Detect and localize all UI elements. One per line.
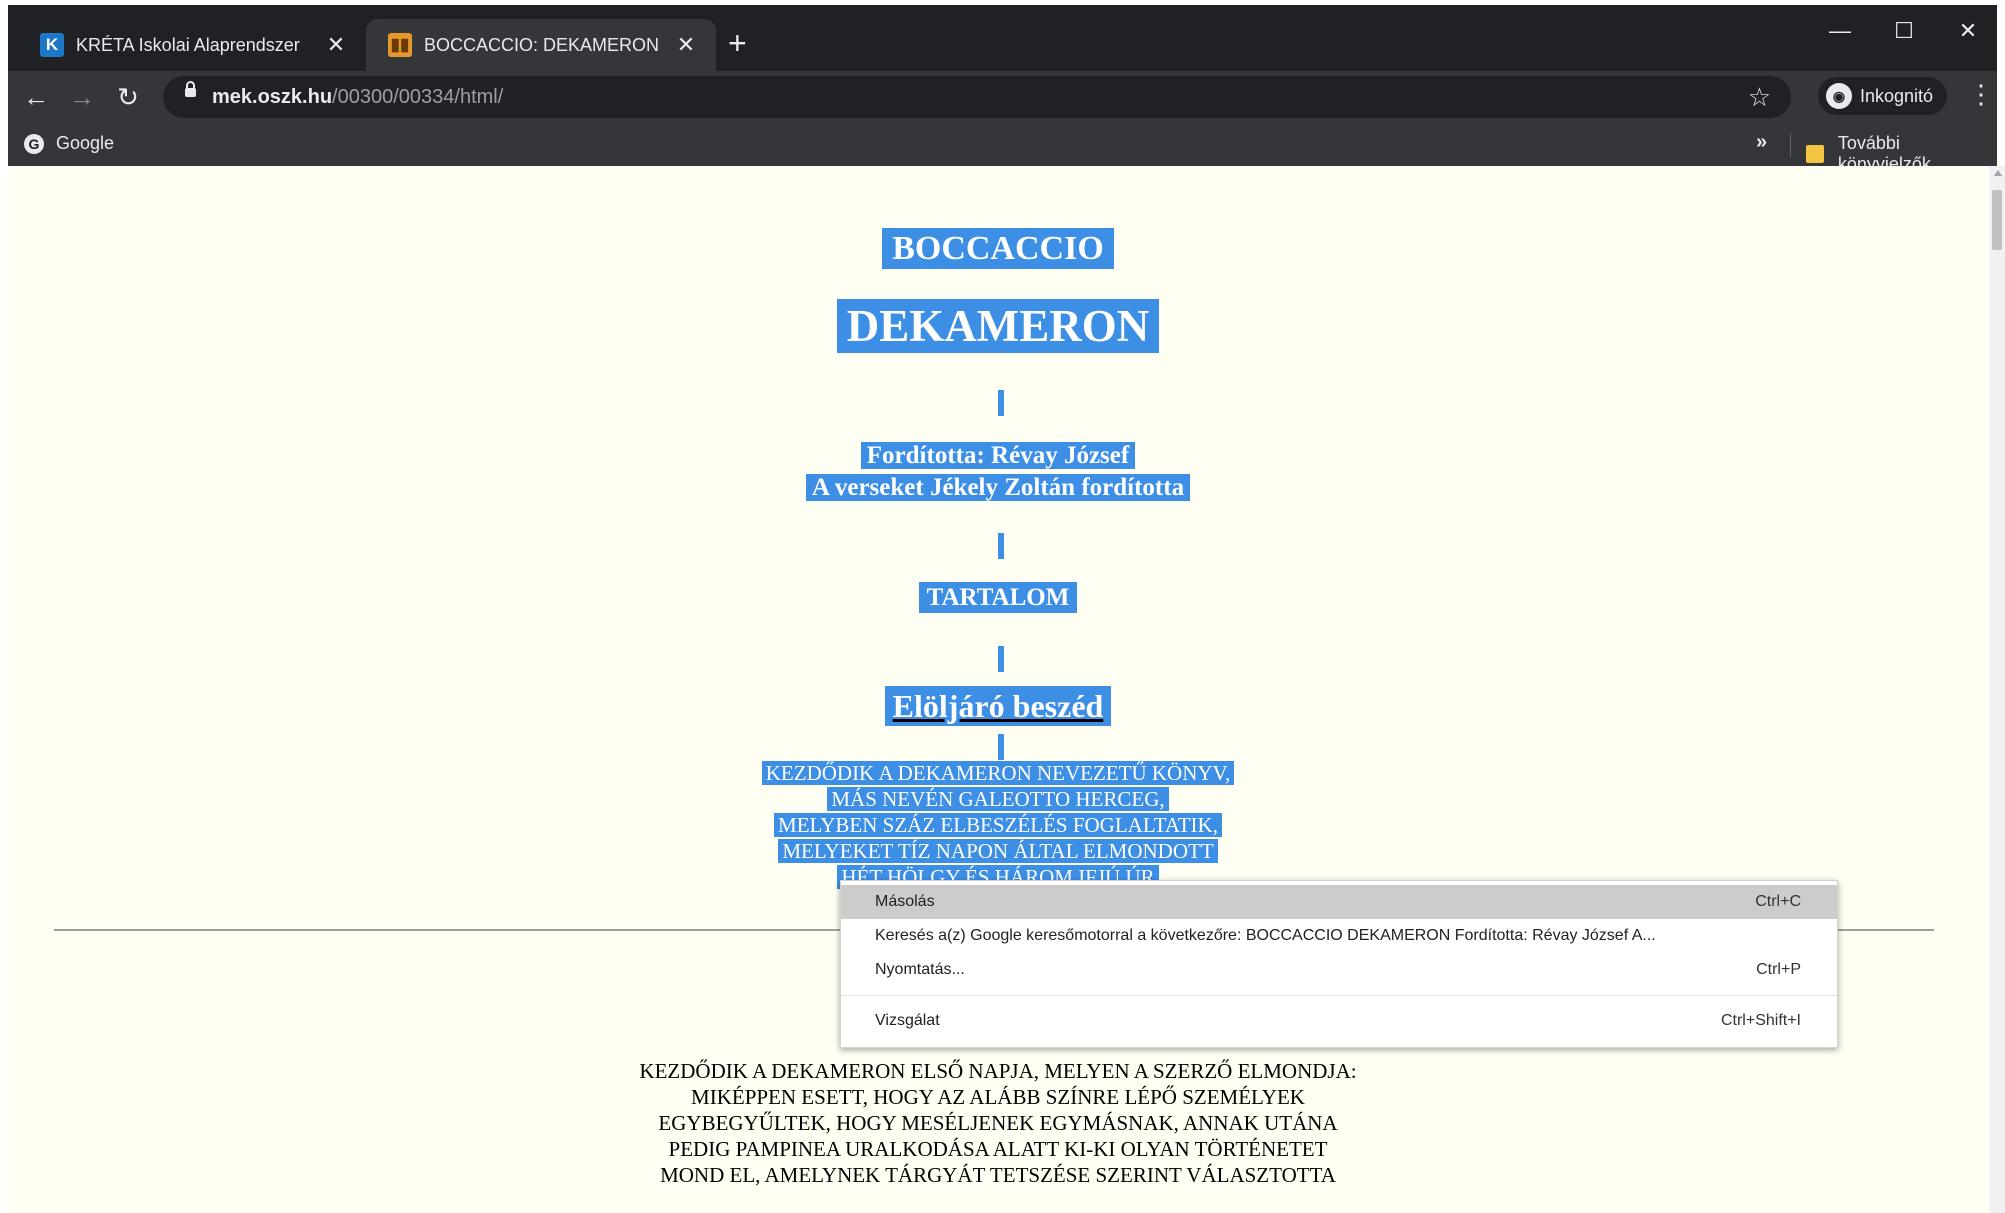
close-window-icon[interactable]: ✕ xyxy=(1936,11,2000,51)
intro-line: MELYEKET TÍZ NAPON ÁLTAL ELMONDOTT xyxy=(778,839,1218,863)
kreta-favicon-icon: K xyxy=(40,33,64,57)
close-tab-icon[interactable]: ✕ xyxy=(324,32,348,58)
selection-mark xyxy=(998,533,1004,559)
forward-arrow-icon[interactable]: → xyxy=(64,79,100,115)
verses-translator-line: A verseket Jékely Zoltán fordította xyxy=(805,474,1191,501)
bookmark-google[interactable]: G Google xyxy=(24,133,114,154)
google-icon: G xyxy=(24,133,44,154)
intro-line: MÁS NEVÉN GALEOTTO HERCEG, xyxy=(827,787,1169,811)
first-day-line: MIKÉPPEN ESETT, HOGY AZ ALÁBB SZÍNRE LÉP… xyxy=(691,1085,1305,1109)
new-tab-button[interactable]: + xyxy=(728,27,747,59)
first-day-line: MOND EL, AMELYNEK TÁRGYÁT TETSZÉSE SZERI… xyxy=(660,1163,1336,1187)
book-title: DEKAMERON xyxy=(8,299,1988,353)
menu-item-search-google[interactable]: Keresés a(z) Google keresőmotorral a köv… xyxy=(841,919,1837,953)
menu-separator xyxy=(841,995,1837,996)
selection-mark xyxy=(998,646,1004,672)
contents-heading: TARTALOM xyxy=(8,582,1988,613)
address-bar[interactable]: mek.oszk.hu/00300/00334/html/ ☆ xyxy=(163,76,1791,118)
translation-credits: Fordította: Révay József A verseket Jéke… xyxy=(8,440,1988,504)
intro-line: MELYBEN SZÁZ ELBESZÉLÉS FOGLALTATIK, xyxy=(774,813,1222,837)
first-day-line: KEZDŐDIK A DEKAMERON ELSŐ NAPJA, MELYEN … xyxy=(639,1059,1357,1083)
tab-title: BOCCACCIO: DEKAMERON xyxy=(424,34,660,55)
page-content: BOCCACCIO DEKAMERON Fordította: Révay Jó… xyxy=(8,166,1988,1213)
more-bookmarks-chevron[interactable]: » xyxy=(1756,131,1767,154)
menu-item-copy[interactable]: Másolás Ctrl+C xyxy=(841,885,1837,919)
scroll-up-arrow-icon[interactable] xyxy=(1994,170,2002,176)
bookmark-star-icon[interactable]: ☆ xyxy=(1748,82,1771,113)
menu-item-print[interactable]: Nyomtatás... Ctrl+P xyxy=(841,953,1837,987)
first-day-line: EGYBEGYŰLTEK, HOGY MESÉLJENEK EGYMÁSNAK,… xyxy=(658,1111,1338,1135)
foreword-link[interactable]: Elöljáró beszéd xyxy=(8,686,1988,726)
incognito-label: Inkognitó xyxy=(1860,85,1934,106)
context-menu: Másolás Ctrl+C Keresés a(z) Google keres… xyxy=(840,880,1838,1048)
selection-mark xyxy=(998,390,1004,416)
incognito-badge[interactable]: ◉ Inkognitó xyxy=(1818,77,1948,115)
browser-chrome: K KRÉTA Iskolai Alaprendszer ✕ ▮▮ BOCCAC… xyxy=(8,5,1997,174)
tab-dekameron[interactable]: ▮▮ BOCCACCIO: DEKAMERON ✕ xyxy=(366,19,716,71)
intro-line: KEZDŐDIK A DEKAMERON NEVEZETŰ KÖNYV, xyxy=(761,761,1235,785)
maximize-icon[interactable]: ☐ xyxy=(1872,11,1936,51)
close-tab-icon[interactable]: ✕ xyxy=(674,32,698,58)
reload-icon[interactable]: ↻ xyxy=(110,79,146,115)
selection-mark xyxy=(998,734,1004,760)
bookmarks-divider xyxy=(1790,133,1791,157)
minimize-icon[interactable]: — xyxy=(1808,11,1872,51)
menu-item-inspect[interactable]: Vizsgálat Ctrl+Shift+I xyxy=(841,1004,1837,1038)
incognito-icon: ◉ xyxy=(1826,83,1852,109)
translator-line: Fordította: Révay József xyxy=(860,442,1136,469)
scrollbar-thumb[interactable] xyxy=(1992,190,2002,250)
first-day-line: PEDIG PAMPINEA URALKODÁSA ALATT KI-KI OL… xyxy=(668,1137,1328,1161)
bookmarks-bar: G Google » További könyvjelzők xyxy=(8,123,1997,174)
folder-icon xyxy=(1806,145,1824,163)
tab-title: KRÉTA Iskolai Alaprendszer xyxy=(76,34,300,55)
lock-icon xyxy=(185,81,196,97)
menu-kebab-icon[interactable]: ⋮ xyxy=(1968,79,1994,110)
book-intro: KEZDŐDIK A DEKAMERON NEVEZETŰ KÖNYV, MÁS… xyxy=(8,760,1988,890)
first-day-heading: KEZDŐDIK A DEKAMERON ELSŐ NAPJA, MELYEN … xyxy=(8,1058,1988,1188)
url-text[interactable]: mek.oszk.hu/00300/00334/html/ xyxy=(212,86,503,109)
navigation-toolbar: ← → ↻ mek.oszk.hu/00300/00334/html/ ☆ ◉ … xyxy=(8,71,1997,123)
back-arrow-icon[interactable]: ← xyxy=(18,79,54,115)
book-author: BOCCACCIO xyxy=(8,228,1988,269)
vertical-scrollbar[interactable] xyxy=(1989,166,2005,1213)
tab-kreta[interactable]: K KRÉTA Iskolai Alaprendszer ✕ xyxy=(18,19,366,71)
book-favicon-icon: ▮▮ xyxy=(388,33,412,57)
tab-strip: K KRÉTA Iskolai Alaprendszer ✕ ▮▮ BOCCAC… xyxy=(8,5,1997,71)
